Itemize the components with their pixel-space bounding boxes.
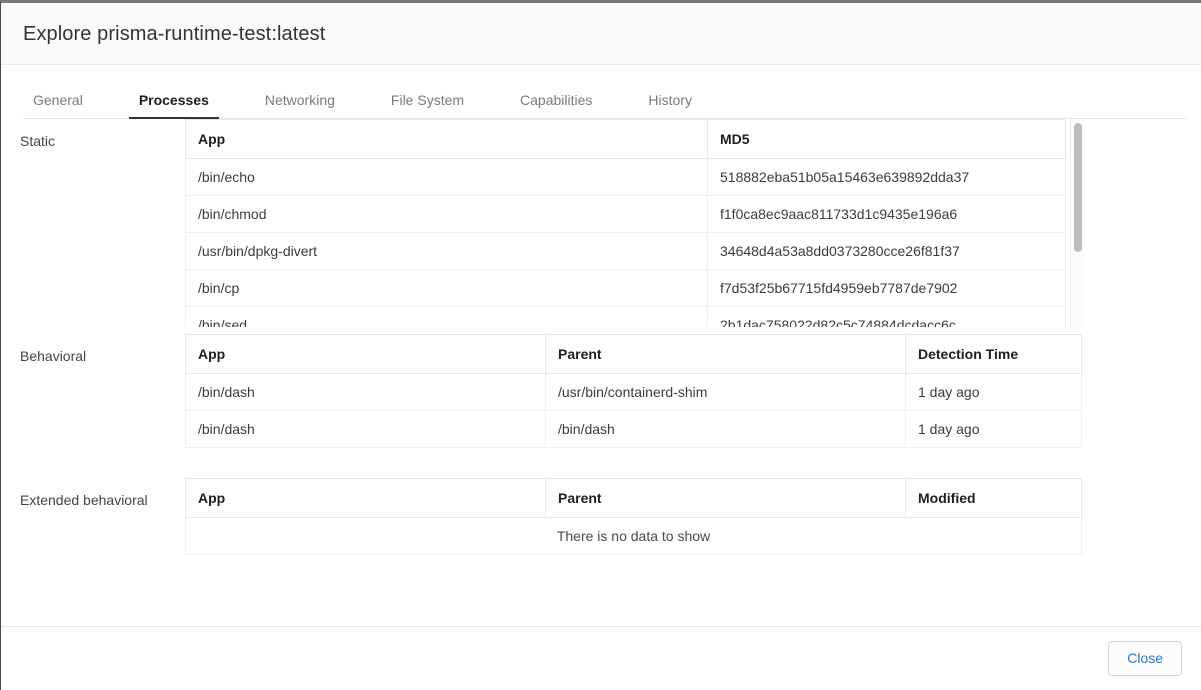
tab-general[interactable]: General	[23, 92, 93, 119]
tab-file-system[interactable]: File System	[381, 92, 474, 119]
tab-capabilities[interactable]: Capabilities	[510, 92, 602, 119]
behavioral-col-parent: Parent	[546, 335, 906, 374]
extended-col-parent: Parent	[546, 479, 906, 518]
behavioral-cell-parent: /usr/bin/containerd-shim	[546, 374, 906, 411]
static-cell-md5: 2b1dac758022d82c5c74884dcdacc6c	[708, 307, 1066, 328]
behavioral-table: App Parent Detection Time /bin/dash /usr…	[185, 334, 1082, 448]
section-label-extended-behavioral: Extended behavioral	[1, 478, 185, 555]
behavioral-cell-detection-time: 1 day ago	[906, 374, 1082, 411]
behavioral-cell-app: /bin/dash	[186, 411, 546, 448]
tab-history[interactable]: History	[638, 92, 702, 119]
section-behavioral: Behavioral App Parent Detection Time /bi…	[1, 334, 1082, 448]
close-button[interactable]: Close	[1108, 641, 1182, 676]
extended-behavioral-table-wrap: App Parent Modified There is no data to …	[185, 478, 1082, 555]
static-table-scrollbar[interactable]	[1070, 119, 1085, 327]
static-cell-md5: 34648d4a53a8dd0373280cce26f81f37	[708, 233, 1066, 270]
table-header-row: App Parent Modified	[186, 479, 1082, 518]
extended-col-modified: Modified	[906, 479, 1082, 518]
section-label-behavioral: Behavioral	[1, 334, 185, 448]
modal-header: Explore prisma-runtime-test:latest	[1, 3, 1201, 65]
tab-networking[interactable]: Networking	[255, 92, 345, 119]
table-header-row: App MD5	[186, 120, 1066, 159]
static-col-md5: MD5	[708, 120, 1066, 159]
table-row[interactable]: /bin/sed 2b1dac758022d82c5c74884dcdacc6c	[186, 307, 1066, 328]
static-cell-md5: f7d53f25b67715fd4959eb7787de7902	[708, 270, 1066, 307]
static-table: App MD5 /bin/echo 518882eba51b05a15463e6…	[185, 119, 1066, 327]
behavioral-cell-detection-time: 1 day ago	[906, 411, 1082, 448]
behavioral-col-app: App	[186, 335, 546, 374]
behavioral-cell-app: /bin/dash	[186, 374, 546, 411]
behavioral-cell-parent: /bin/dash	[546, 411, 906, 448]
static-cell-app: /bin/chmod	[186, 196, 708, 233]
static-table-wrap: App MD5 /bin/echo 518882eba51b05a15463e6…	[185, 119, 1085, 327]
table-row[interactable]: /usr/bin/dpkg-divert 34648d4a53a8dd03732…	[186, 233, 1066, 270]
table-row[interactable]: /bin/dash /usr/bin/containerd-shim 1 day…	[186, 374, 1082, 411]
static-cell-app: /bin/cp	[186, 270, 708, 307]
table-row[interactable]: /bin/dash /bin/dash 1 day ago	[186, 411, 1082, 448]
section-static: Static App MD5 /bin/echo	[1, 119, 1085, 327]
section-extended-behavioral: Extended behavioral App Parent Modified …	[1, 478, 1082, 555]
empty-state-message: There is no data to show	[186, 518, 1082, 555]
tab-bar: General Processes Networking File System…	[1, 65, 1201, 119]
extended-behavioral-table: App Parent Modified There is no data to …	[185, 478, 1082, 555]
modal-footer: Close	[1, 626, 1201, 690]
behavioral-col-detection-time: Detection Time	[906, 335, 1082, 374]
scrollbar-thumb[interactable]	[1074, 123, 1082, 252]
table-row[interactable]: /bin/cp f7d53f25b67715fd4959eb7787de7902	[186, 270, 1066, 307]
page-title: Explore prisma-runtime-test:latest	[23, 24, 325, 44]
static-cell-md5: 518882eba51b05a15463e639892dda37	[708, 159, 1066, 196]
explore-image-modal: Explore prisma-runtime-test:latest Gener…	[0, 0, 1201, 690]
static-col-app: App	[186, 120, 708, 159]
modal-body: Static App MD5 /bin/echo	[1, 119, 1201, 626]
table-header-row: App Parent Detection Time	[186, 335, 1082, 374]
empty-state-row: There is no data to show	[186, 518, 1082, 555]
section-label-static: Static	[1, 119, 185, 327]
tab-processes[interactable]: Processes	[129, 92, 219, 119]
static-cell-app: /bin/echo	[186, 159, 708, 196]
extended-col-app: App	[186, 479, 546, 518]
static-cell-app: /bin/sed	[186, 307, 708, 328]
static-cell-app: /usr/bin/dpkg-divert	[186, 233, 708, 270]
table-row[interactable]: /bin/chmod f1f0ca8ec9aac811733d1c9435e19…	[186, 196, 1066, 233]
table-row[interactable]: /bin/echo 518882eba51b05a15463e639892dda…	[186, 159, 1066, 196]
static-table-scroll-viewport[interactable]: App MD5 /bin/echo 518882eba51b05a15463e6…	[185, 119, 1085, 327]
static-cell-md5: f1f0ca8ec9aac811733d1c9435e196a6	[708, 196, 1066, 233]
behavioral-table-wrap: App Parent Detection Time /bin/dash /usr…	[185, 334, 1082, 448]
